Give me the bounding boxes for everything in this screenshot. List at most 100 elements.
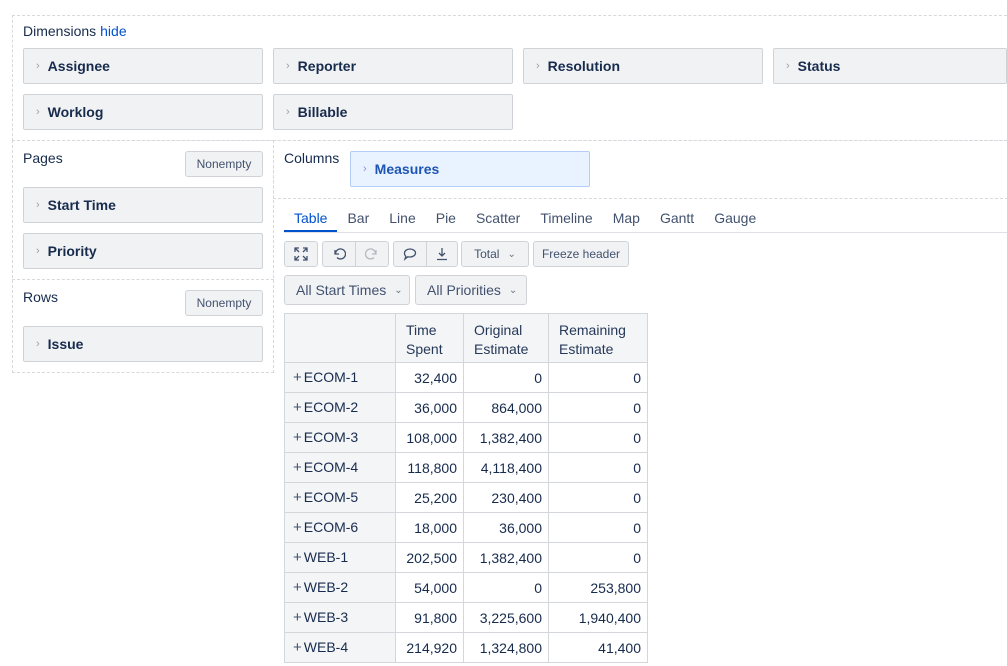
expand-plus-icon[interactable]: + bbox=[293, 549, 302, 566]
rows-divider bbox=[12, 279, 274, 280]
issue-key: ECOM-5 bbox=[303, 489, 359, 505]
hide-dimensions-link[interactable]: hide bbox=[100, 23, 126, 39]
row-header[interactable]: + ECOM-3 bbox=[284, 422, 396, 453]
cell-original-estimate: 1,324,800 bbox=[463, 632, 549, 663]
rows-title: Rows bbox=[23, 289, 59, 305]
undo-icon bbox=[334, 248, 346, 260]
expand-plus-icon[interactable]: + bbox=[293, 639, 302, 656]
priority-filter[interactable]: All Priorities ⌄ bbox=[415, 275, 527, 305]
cell-time-spent: 202,500 bbox=[395, 542, 464, 573]
page-priority[interactable]: › Priority bbox=[23, 233, 263, 269]
column-measures[interactable]: › Measures bbox=[350, 151, 590, 187]
comment-icon bbox=[403, 248, 417, 261]
row-issue[interactable]: › Issue bbox=[23, 326, 263, 362]
cell-remaining-estimate: 0 bbox=[548, 362, 648, 393]
cell-time-spent: 32,400 bbox=[395, 362, 464, 393]
cell-original-estimate: 230,400 bbox=[463, 482, 549, 513]
tab-bar[interactable]: Bar bbox=[337, 206, 379, 232]
cell-original-estimate: 4,118,400 bbox=[463, 452, 549, 483]
cell-remaining-estimate: 0 bbox=[548, 452, 648, 483]
dimension-label: Billable bbox=[297, 104, 348, 120]
start-time-filter[interactable]: All Start Times ⌄ bbox=[284, 275, 410, 305]
dimension-label: Worklog bbox=[47, 104, 104, 120]
chevron-right-icon: › bbox=[536, 60, 540, 72]
dimension-label: Resolution bbox=[547, 58, 621, 74]
table-row: + WEB-3 91,800 3,225,600 1,940,400 bbox=[284, 602, 648, 633]
issue-key: ECOM-1 bbox=[303, 369, 359, 385]
cell-original-estimate: 36,000 bbox=[463, 512, 549, 543]
expand-plus-icon[interactable]: + bbox=[293, 609, 302, 626]
total-dropdown[interactable]: Total ⌄ bbox=[461, 241, 529, 267]
cell-original-estimate: 0 bbox=[463, 362, 549, 393]
tab-scatter[interactable]: Scatter bbox=[466, 206, 530, 232]
cell-original-estimate: 864,000 bbox=[463, 392, 549, 423]
tab-gantt[interactable]: Gantt bbox=[650, 206, 704, 232]
dimension-status[interactable]: › Status bbox=[773, 48, 1007, 84]
row-header[interactable]: + WEB-2 bbox=[284, 572, 396, 603]
tab-map[interactable]: Map bbox=[603, 206, 650, 232]
tab-gauge[interactable]: Gauge bbox=[704, 206, 766, 232]
dimension-label: Status bbox=[797, 58, 841, 74]
rows-nonempty-button[interactable]: Nonempty bbox=[185, 290, 263, 316]
report-table: Time Spent Original Estimate Remaining E… bbox=[284, 313, 648, 663]
header-remaining-estimate[interactable]: Remaining Estimate bbox=[548, 313, 648, 363]
pages-nonempty-button[interactable]: Nonempty bbox=[185, 151, 263, 177]
export-icon bbox=[437, 248, 447, 261]
chevron-down-icon: ⌄ bbox=[394, 284, 403, 296]
chevron-right-icon: › bbox=[36, 338, 40, 350]
dimension-worklog[interactable]: › Worklog bbox=[23, 94, 263, 130]
page-start-time[interactable]: › Start Time bbox=[23, 187, 263, 223]
header-original-estimate[interactable]: Original Estimate bbox=[463, 313, 549, 363]
issue-key: ECOM-6 bbox=[303, 519, 359, 535]
row-header[interactable]: + ECOM-6 bbox=[284, 512, 396, 543]
cell-time-spent: 214,920 bbox=[395, 632, 464, 663]
expand-plus-icon[interactable]: + bbox=[293, 489, 302, 506]
row-header[interactable]: + WEB-4 bbox=[284, 632, 396, 663]
dimension-resolution[interactable]: › Resolution bbox=[523, 48, 763, 84]
cell-remaining-estimate: 0 bbox=[548, 482, 648, 513]
expand-plus-icon[interactable]: + bbox=[293, 579, 302, 596]
tab-pie[interactable]: Pie bbox=[426, 206, 466, 232]
freeze-header-button[interactable]: Freeze header bbox=[533, 241, 629, 267]
row-header[interactable]: + WEB-1 bbox=[284, 542, 396, 573]
table-row: + ECOM-6 18,000 36,000 0 bbox=[284, 512, 648, 543]
issue-key: WEB-4 bbox=[303, 639, 349, 655]
issue-key: ECOM-2 bbox=[303, 399, 359, 415]
dimension-reporter[interactable]: › Reporter bbox=[273, 48, 513, 84]
chevron-down-icon: ⌄ bbox=[508, 284, 518, 296]
tabs-divider bbox=[284, 232, 1007, 233]
export-button[interactable] bbox=[426, 241, 458, 267]
comment-button[interactable] bbox=[393, 241, 427, 267]
expand-plus-icon[interactable]: + bbox=[293, 429, 302, 446]
expand-plus-icon[interactable]: + bbox=[293, 519, 302, 536]
cell-original-estimate: 0 bbox=[463, 572, 549, 603]
table-row: + ECOM-5 25,200 230,400 0 bbox=[284, 482, 648, 513]
row-header[interactable]: + ECOM-4 bbox=[284, 452, 396, 483]
row-header[interactable]: + ECOM-5 bbox=[284, 482, 396, 513]
pages-title: Pages bbox=[23, 150, 63, 166]
cell-remaining-estimate: 0 bbox=[548, 392, 648, 423]
row-header[interactable]: + ECOM-2 bbox=[284, 392, 396, 423]
dimension-assignee[interactable]: › Assignee bbox=[23, 48, 263, 84]
undo-button[interactable] bbox=[322, 241, 356, 267]
chevron-right-icon: › bbox=[36, 60, 40, 72]
expand-plus-icon[interactable]: + bbox=[293, 459, 302, 476]
row-header[interactable]: + WEB-3 bbox=[284, 602, 396, 633]
tab-line[interactable]: Line bbox=[379, 206, 425, 232]
cell-time-spent: 18,000 bbox=[395, 512, 464, 543]
expand-plus-icon[interactable]: + bbox=[293, 369, 302, 386]
tab-timeline[interactable]: Timeline bbox=[530, 206, 602, 232]
dimension-billable[interactable]: › Billable bbox=[273, 94, 513, 130]
cell-time-spent: 36,000 bbox=[395, 392, 464, 423]
issue-key: ECOM-4 bbox=[303, 459, 359, 475]
tab-table[interactable]: Table bbox=[284, 206, 338, 232]
redo-button[interactable] bbox=[355, 241, 389, 267]
row-header[interactable]: + ECOM-1 bbox=[284, 362, 396, 393]
header-time-spent[interactable]: Time Spent bbox=[395, 313, 464, 363]
cell-remaining-estimate: 1,940,400 bbox=[548, 602, 648, 633]
cell-original-estimate: 1,382,400 bbox=[463, 542, 549, 573]
table-row: + WEB-2 54,000 0 253,800 bbox=[284, 572, 648, 603]
fullscreen-button[interactable] bbox=[284, 241, 318, 267]
cell-remaining-estimate: 0 bbox=[548, 512, 648, 543]
expand-plus-icon[interactable]: + bbox=[293, 399, 302, 416]
